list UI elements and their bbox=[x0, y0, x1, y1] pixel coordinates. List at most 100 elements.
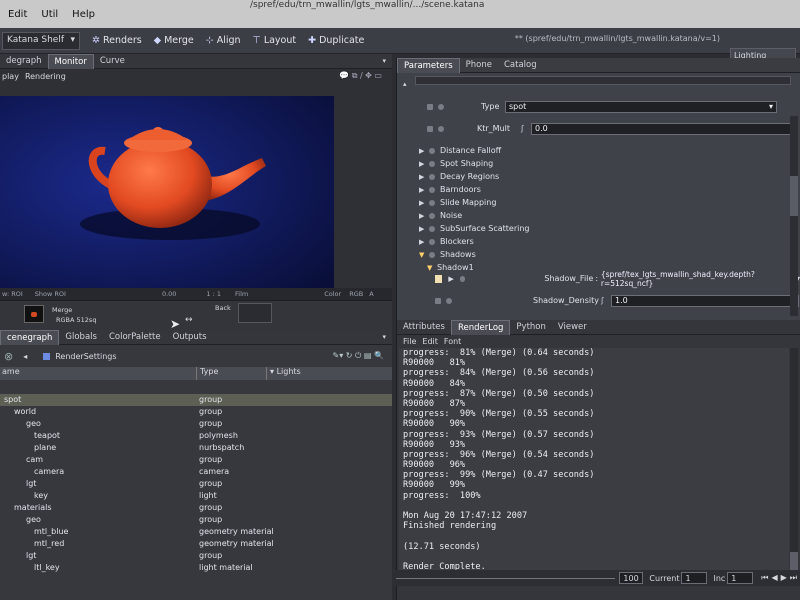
tab-globals[interactable]: Globals bbox=[59, 330, 103, 345]
group-subsurface-scattering[interactable]: ▶ SubSurface Scattering bbox=[419, 222, 529, 235]
tab-outputs[interactable]: Outputs bbox=[167, 330, 213, 345]
timeline-bar: 100 Current 1 Inc 1 ⏮◀▶⏭ bbox=[392, 570, 800, 586]
tab-curve[interactable]: Curve bbox=[94, 54, 131, 69]
tab-phone[interactable]: Phone bbox=[460, 58, 498, 73]
shadow-file-checkbox[interactable] bbox=[435, 274, 443, 283]
col-type[interactable]: Type bbox=[196, 367, 266, 380]
show-roi-label[interactable]: Show ROI bbox=[35, 290, 66, 298]
merge-button[interactable]: ◆ Merge bbox=[154, 35, 194, 46]
tab-parameters[interactable]: Parameters bbox=[397, 57, 460, 73]
type-dropdown[interactable]: spot ▾ bbox=[505, 100, 777, 113]
group-icon bbox=[429, 251, 435, 258]
scenegraph-tool-icons[interactable]: ✎▾ ↻ ⏻ ▤ 🔍 bbox=[333, 351, 384, 361]
tree-item-type: group bbox=[199, 395, 223, 404]
menu-help[interactable]: Help bbox=[72, 9, 95, 20]
wrench-icon[interactable]: ʃ bbox=[601, 296, 611, 305]
table-row[interactable]: geo group bbox=[0, 514, 392, 526]
shelf-dropdown[interactable]: Katana Shelf ▾ bbox=[2, 31, 80, 50]
end-frame-field[interactable]: 100 bbox=[619, 572, 644, 584]
panel-menu-icon[interactable]: ▾ bbox=[382, 57, 386, 65]
menu-font[interactable]: Font bbox=[444, 337, 461, 346]
group-decay-regions[interactable]: ▶ Decay Regions bbox=[419, 170, 499, 183]
table-row[interactable]: mtl_blue geometry material bbox=[0, 526, 392, 538]
swap-arrows-icon[interactable]: ↔ bbox=[185, 315, 193, 325]
film-dropdown[interactable]: Film bbox=[235, 290, 248, 298]
group-spot-shaping[interactable]: ▶ Spot Shaping bbox=[419, 157, 493, 170]
current-frame-field[interactable]: 1 bbox=[681, 572, 708, 584]
channel-rgb[interactable]: RGB bbox=[349, 290, 363, 298]
tab-python[interactable]: Python bbox=[510, 320, 551, 335]
viewer-tools[interactable]: 💬 ⧉ ∕ ✥ ▭ bbox=[339, 71, 382, 81]
tab-catalog[interactable]: Catalog bbox=[498, 58, 543, 73]
tree-item-name: materials bbox=[14, 503, 52, 512]
table-row[interactable]: lgt group bbox=[0, 550, 392, 562]
table-row[interactable]: geo group bbox=[0, 418, 392, 430]
collapse-icon[interactable]: ▴ bbox=[403, 80, 407, 88]
merge-label: Merge bbox=[164, 35, 194, 46]
tree-item-name: teapot bbox=[34, 431, 61, 440]
group-distance-falloff[interactable]: ▶ Distance Falloff bbox=[419, 144, 501, 157]
align-button[interactable]: ⊹ Align bbox=[206, 35, 241, 46]
panel-menu-icon[interactable]: ▾ bbox=[382, 333, 386, 341]
shadow-file-value[interactable]: {spref/tex_lgts_mwallin_shad_key.depth?r… bbox=[601, 270, 792, 288]
group-blockers[interactable]: ▶ Blockers bbox=[419, 235, 474, 248]
param-checkbox-icon[interactable] bbox=[427, 125, 433, 132]
menu-util[interactable]: Util bbox=[41, 9, 58, 20]
col-name[interactable]: ame bbox=[0, 367, 196, 380]
duplicate-button[interactable]: ✚ Duplicate bbox=[308, 35, 364, 46]
group-icon bbox=[429, 186, 435, 193]
group-slide-mapping[interactable]: ▶ Slide Mapping bbox=[419, 196, 496, 209]
align-icon: ⊹ bbox=[205, 35, 214, 46]
group-barndoors[interactable]: ▶ Barndoors bbox=[419, 183, 481, 196]
tab-monitor[interactable]: Monitor bbox=[47, 53, 94, 69]
table-row[interactable]: lgt group bbox=[0, 478, 392, 490]
tab-nodegraph[interactable]: degraph bbox=[0, 54, 48, 69]
table-row[interactable]: materials group bbox=[0, 502, 392, 514]
renders-button[interactable]: ✲ Renders bbox=[92, 35, 142, 46]
tab-colorpalette[interactable]: ColorPalette bbox=[103, 330, 167, 345]
tree-item-name: lgt bbox=[26, 479, 37, 488]
table-row[interactable]: spot group bbox=[0, 394, 392, 406]
wrench-icon[interactable]: ʃ bbox=[521, 124, 531, 133]
table-row[interactable]: world group bbox=[0, 406, 392, 418]
menu-edit[interactable]: Edit bbox=[8, 9, 27, 20]
tab-scenegraph[interactable]: cenegraph bbox=[0, 329, 60, 345]
col-lights[interactable]: ▾ Lights bbox=[266, 367, 306, 380]
close-icon[interactable]: ⊗ bbox=[4, 350, 13, 363]
tab-viewer[interactable]: Viewer bbox=[552, 320, 593, 335]
back-buffer-slot[interactable] bbox=[238, 303, 272, 323]
menu-file[interactable]: File bbox=[403, 337, 416, 346]
param-checkbox-icon[interactable] bbox=[435, 297, 441, 304]
table-row[interactable]: camera camera bbox=[0, 466, 392, 478]
ktr-mult-field[interactable]: 0.0 bbox=[531, 122, 797, 135]
menu-edit[interactable]: Edit bbox=[422, 337, 438, 346]
channel-a[interactable]: A bbox=[369, 290, 373, 298]
tab-attributes[interactable]: Attributes bbox=[397, 320, 451, 335]
table-row[interactable]: ltl_key light material bbox=[0, 562, 392, 574]
shadow-density-field[interactable]: 1.0 bbox=[611, 294, 799, 307]
timeline-track[interactable] bbox=[396, 577, 616, 579]
layout-button[interactable]: ⊤ Layout bbox=[253, 35, 297, 46]
back-arrow-icon[interactable]: ◂ bbox=[23, 352, 27, 361]
layout-icon: ⊤ bbox=[252, 35, 261, 46]
inc-field[interactable]: 1 bbox=[727, 572, 754, 584]
log-scrollbar[interactable] bbox=[790, 348, 798, 574]
table-row[interactable]: teapot polymesh bbox=[0, 430, 392, 442]
table-row[interactable]: cam group bbox=[0, 454, 392, 466]
tree-item-type: group bbox=[199, 515, 223, 524]
play-label[interactable]: play bbox=[2, 72, 19, 81]
viewer-subbar: play Rendering 💬 ⧉ ∕ ✥ ▭ bbox=[0, 69, 392, 83]
table-row[interactable]: plane nurbspatch bbox=[0, 442, 392, 454]
group-shadows[interactable]: ▼ Shadows bbox=[419, 248, 476, 261]
render-view[interactable] bbox=[0, 96, 334, 288]
param-scrollbar[interactable] bbox=[790, 116, 798, 316]
playback-controls[interactable]: ⏮◀▶⏭ bbox=[761, 573, 800, 583]
table-row[interactable]: key light bbox=[0, 490, 392, 502]
param-checkbox-icon[interactable] bbox=[427, 103, 433, 110]
render-log-text[interactable]: progress: 81% (Merge) (0.64 seconds) R900… bbox=[399, 348, 789, 578]
color-dropdown[interactable]: Color bbox=[324, 290, 341, 298]
table-row[interactable]: mtl_red geometry material bbox=[0, 538, 392, 550]
catalog-thumbnail[interactable] bbox=[24, 305, 44, 323]
tab-renderlog[interactable]: RenderLog bbox=[450, 319, 511, 335]
group-noise[interactable]: ▶ Noise bbox=[419, 209, 462, 222]
